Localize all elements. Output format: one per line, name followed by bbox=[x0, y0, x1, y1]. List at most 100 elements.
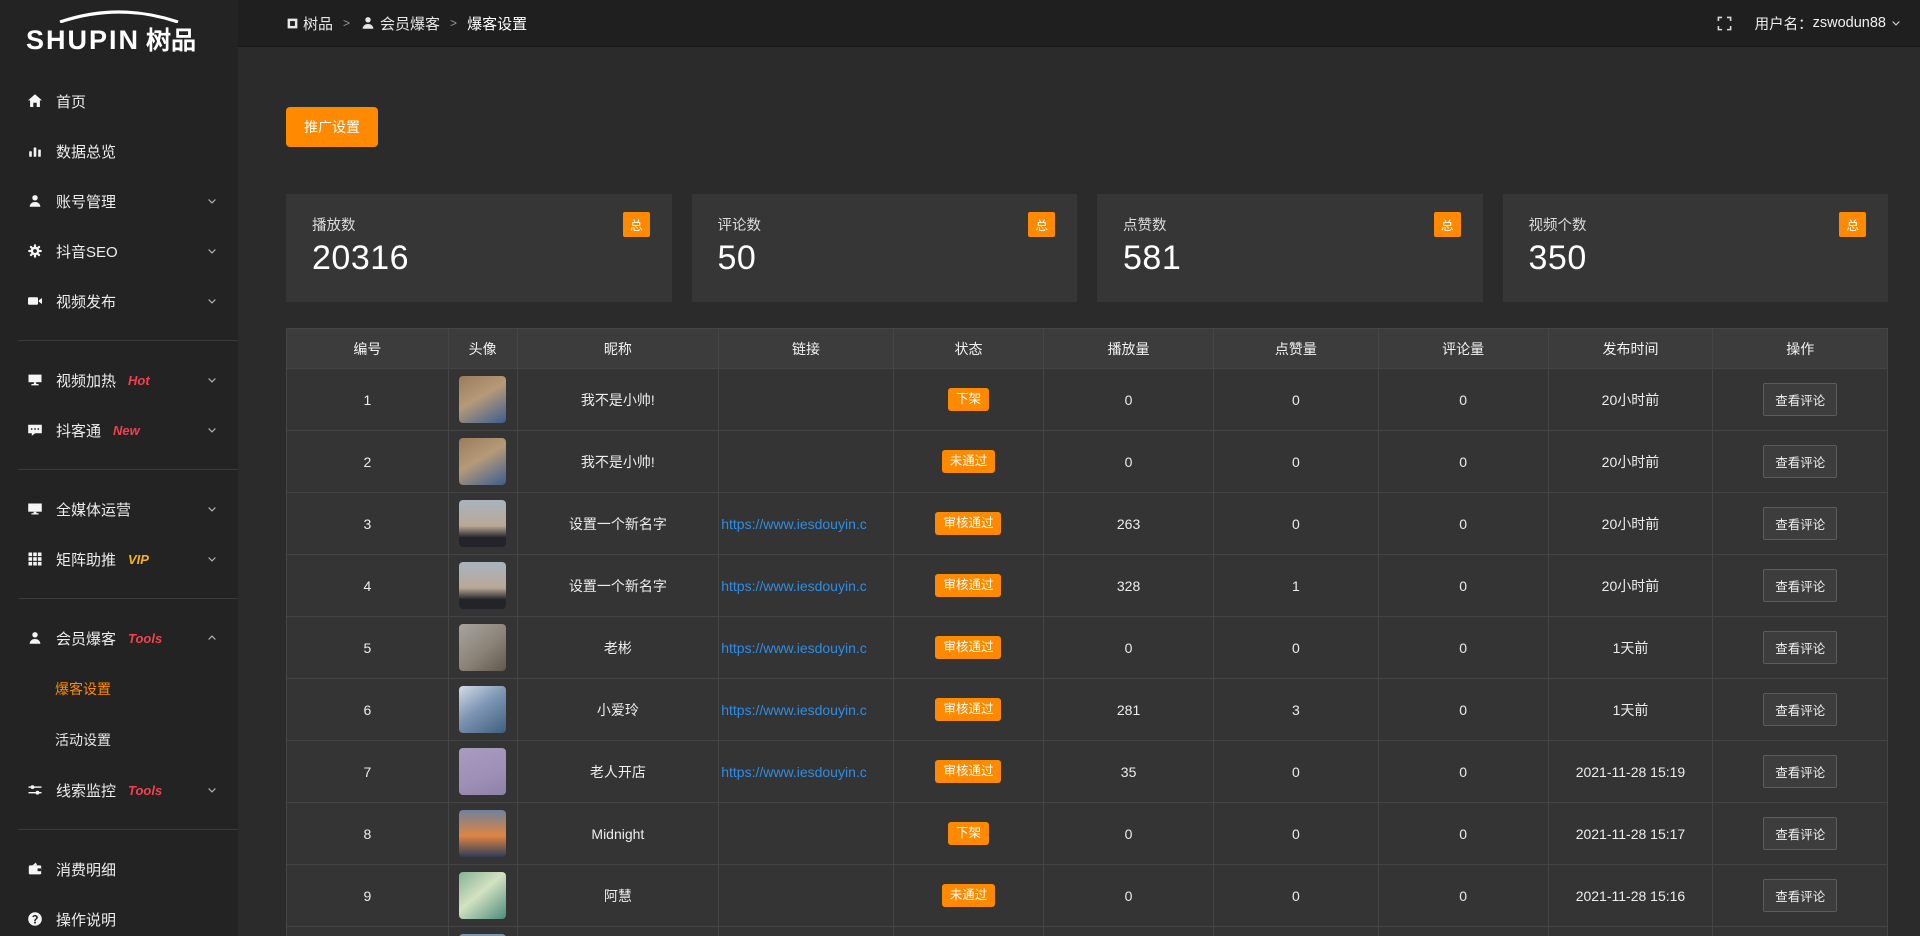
sidebar-item-video-publish[interactable]: 视频发布 bbox=[0, 276, 238, 326]
view-comments-button[interactable]: 查看评论 bbox=[1763, 879, 1837, 912]
view-comments-button[interactable]: 查看评论 bbox=[1763, 631, 1837, 664]
fullscreen-icon[interactable] bbox=[1716, 15, 1733, 32]
table-cell: 审核通过 bbox=[893, 493, 1043, 555]
status-badge: 审核通过 bbox=[935, 512, 1001, 535]
sidebar-item-home[interactable]: 首页 bbox=[0, 76, 238, 126]
view-comments-button[interactable]: 查看评论 bbox=[1763, 445, 1837, 478]
stat-card-label: 视频个数 bbox=[1529, 214, 1863, 235]
table-cell: 0 bbox=[1213, 803, 1378, 865]
table-cell bbox=[719, 927, 894, 936]
table-cell: 3 bbox=[287, 493, 449, 555]
main-area: 树品>会员爆客>爆客设置 用户名：zswodun88 推广设置 播放数20316… bbox=[238, 0, 1920, 936]
sidebar-item-account-management[interactable]: 账号管理 bbox=[0, 176, 238, 226]
stat-card-value: 581 bbox=[1123, 239, 1457, 278]
table-cell: 0 bbox=[1378, 865, 1548, 927]
table-cell: 0 bbox=[1378, 679, 1548, 741]
chevron-down-icon bbox=[206, 374, 218, 386]
user-icon bbox=[360, 15, 376, 31]
table-cell: 0 bbox=[1044, 803, 1214, 865]
breadcrumb-item-0[interactable]: 树品 bbox=[286, 13, 333, 34]
sidebar-subitem-activity-settings[interactable]: 活动设置 bbox=[0, 714, 238, 765]
breadcrumb-item-2[interactable]: 爆客设置 bbox=[467, 13, 527, 34]
sidebar-item-data-overview[interactable]: 数据总览 bbox=[0, 126, 238, 176]
table-cell: 4 bbox=[287, 555, 449, 617]
table-cell: 7 bbox=[287, 741, 449, 803]
wallet-icon bbox=[26, 861, 43, 878]
view-comments-button[interactable]: 查看评论 bbox=[1763, 383, 1837, 416]
table-cell: https://www.iesdouyin.c bbox=[719, 741, 894, 803]
breadcrumb-item-1[interactable]: 会员爆客 bbox=[360, 13, 440, 34]
sidebar-item-label: 操作说明 bbox=[56, 909, 116, 930]
view-comments-button[interactable]: 查看评论 bbox=[1763, 693, 1837, 726]
table-cell: 1天前 bbox=[1548, 679, 1713, 741]
view-comments-button[interactable]: 查看评论 bbox=[1763, 507, 1837, 540]
sidebar-item-clue-monitor[interactable]: 线索监控Tools bbox=[0, 765, 238, 815]
stat-card-label: 播放数 bbox=[312, 214, 646, 235]
table-cell: 查看评论 bbox=[1713, 679, 1888, 741]
video-link[interactable]: https://www.iesdouyin.c bbox=[721, 516, 867, 532]
user-icon bbox=[26, 630, 43, 647]
table-cell bbox=[1713, 927, 1888, 936]
table-cell: 下架 bbox=[893, 369, 1043, 431]
sidebar-subitem-baoke-settings[interactable]: 爆客设置 bbox=[0, 663, 238, 714]
sidebar-item-consumption-detail[interactable]: 消费明细 bbox=[0, 844, 238, 894]
sidebar-item-operation-guide[interactable]: 操作说明 bbox=[0, 894, 238, 936]
table-cell bbox=[1548, 927, 1713, 936]
avatar bbox=[459, 810, 506, 857]
user-menu[interactable]: 用户名：zswodun88 bbox=[1755, 13, 1902, 34]
sidebar-item-media-operation[interactable]: 全媒体运营 bbox=[0, 484, 238, 534]
table-row: 8Midnight下架0002021-11-28 15:17查看评论 bbox=[287, 803, 1888, 865]
table-cell: https://www.iesdouyin.c bbox=[719, 617, 894, 679]
avatar bbox=[459, 376, 506, 423]
promo-settings-button[interactable]: 推广设置 bbox=[286, 107, 378, 147]
table-cell bbox=[1213, 927, 1378, 936]
view-comments-button[interactable]: 查看评论 bbox=[1763, 817, 1837, 850]
table-cell: 5 bbox=[287, 617, 449, 679]
table-cell: 20小时前 bbox=[1548, 555, 1713, 617]
avatar bbox=[459, 748, 506, 795]
column-header: 点赞量 bbox=[1213, 329, 1378, 369]
table-cell: 审核通过 bbox=[893, 617, 1043, 679]
table-cell: 小爱玲 bbox=[517, 679, 719, 741]
table-cell: 9 bbox=[287, 865, 449, 927]
status-badge: 下架 bbox=[948, 822, 989, 845]
sidebar-divider bbox=[18, 829, 238, 830]
status-badge: 审核通过 bbox=[935, 636, 1001, 659]
table-cell: https://www.iesdouyin.c bbox=[719, 679, 894, 741]
sidebar-item-douyin-seo[interactable]: 抖音SEO bbox=[0, 226, 238, 276]
view-comments-button[interactable]: 查看评论 bbox=[1763, 755, 1837, 788]
sidebar-item-douketong[interactable]: 抖客通New bbox=[0, 405, 238, 455]
topbar: 树品>会员爆客>爆客设置 用户名：zswodun88 bbox=[238, 0, 1920, 47]
chevron-down-icon bbox=[206, 295, 218, 307]
avatar bbox=[459, 872, 506, 919]
table-cell: https://www.iesdouyin.c bbox=[719, 493, 894, 555]
stat-card-value: 350 bbox=[1529, 239, 1863, 278]
video-link[interactable]: https://www.iesdouyin.c bbox=[721, 578, 867, 594]
stat-card-label: 评论数 bbox=[718, 214, 1052, 235]
sidebar-nav: 首页数据总览账号管理抖音SEO视频发布视频加热Hot抖客通New 全媒体运营矩阵助… bbox=[0, 76, 238, 936]
table-cell bbox=[1378, 927, 1548, 936]
sidebar-item-matrix-boost[interactable]: 矩阵助推VIP bbox=[0, 534, 238, 584]
logo-cn: 树品 bbox=[146, 21, 196, 57]
chat-icon bbox=[26, 422, 43, 439]
table-cell: 查看评论 bbox=[1713, 555, 1888, 617]
sidebar-item-label: 线索监控 bbox=[56, 780, 116, 801]
video-link[interactable]: https://www.iesdouyin.c bbox=[721, 764, 867, 780]
table-cell: 阿慧 bbox=[517, 865, 719, 927]
table-cell: 我不是小帅! bbox=[517, 431, 719, 493]
username-label: 用户名： bbox=[1755, 13, 1813, 34]
logo-en: SHUPIN bbox=[26, 25, 140, 56]
video-link[interactable]: https://www.iesdouyin.c bbox=[721, 702, 867, 718]
video-link[interactable]: https://www.iesdouyin.c bbox=[721, 640, 867, 656]
app-icon bbox=[286, 17, 299, 30]
sidebar-item-member-baoke[interactable]: 会员爆客Tools bbox=[0, 613, 238, 663]
sidebar-item-label: 会员爆客 bbox=[56, 628, 116, 649]
view-comments-button[interactable]: 查看评论 bbox=[1763, 569, 1837, 602]
table-cell: 0 bbox=[1378, 369, 1548, 431]
breadcrumb-separator: > bbox=[343, 16, 350, 30]
table-cell bbox=[719, 369, 894, 431]
table-cell: 审核通过 bbox=[893, 555, 1043, 617]
sidebar-item-video-heat[interactable]: 视频加热Hot bbox=[0, 355, 238, 405]
username-value: zswodun88 bbox=[1813, 15, 1886, 31]
screen-icon bbox=[26, 372, 43, 389]
